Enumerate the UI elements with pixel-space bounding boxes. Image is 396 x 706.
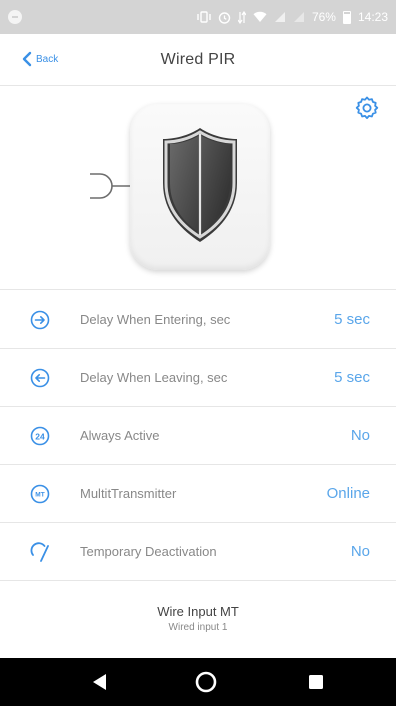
row-value: Online xyxy=(326,485,370,502)
nav-home-icon xyxy=(195,671,217,693)
svg-text:24: 24 xyxy=(35,431,45,441)
nav-back-icon xyxy=(93,674,106,690)
shield-icon xyxy=(163,128,237,242)
temporary-deactivation-icon xyxy=(30,542,49,562)
device-info: Wire Input MT Wired input 1 xyxy=(0,600,396,633)
row-value: 5 sec xyxy=(334,369,370,386)
arrow-left-circle-icon xyxy=(30,368,50,388)
notification-icon xyxy=(8,10,22,24)
back-label: Back xyxy=(36,53,59,65)
wire-connector-icon xyxy=(86,171,132,206)
vibrate-icon xyxy=(197,11,211,23)
clock: 14:23 xyxy=(357,10,388,24)
gear-icon xyxy=(355,96,379,119)
row-value: No xyxy=(350,543,370,560)
status-left xyxy=(8,10,22,24)
nav-home-button[interactable] xyxy=(176,658,236,706)
system-nav-bar xyxy=(0,658,396,706)
status-bar: 76% 14:23 xyxy=(0,0,396,34)
row-delay-entering[interactable]: Delay When Entering, sec 5 sec xyxy=(0,291,396,349)
row-value: 5 sec xyxy=(334,311,370,328)
chevron-left-icon xyxy=(22,51,32,67)
status-right: 76% 14:23 xyxy=(197,10,388,24)
device-hero xyxy=(0,87,396,290)
row-label: MultitTransmitter xyxy=(80,486,177,501)
data-transfer-icon xyxy=(237,10,246,24)
page-title: Wired PIR xyxy=(160,50,236,68)
svg-text:MT: MT xyxy=(35,492,44,499)
signal-secondary-icon xyxy=(293,11,305,23)
row-temporary-deactivation[interactable]: Temporary Deactivation No xyxy=(0,523,396,581)
row-label: Delay When Entering, sec xyxy=(80,312,231,327)
header: Back Wired PIR xyxy=(0,34,396,86)
battery-percent: 76% xyxy=(311,10,336,24)
settings-list: Delay When Entering, sec 5 sec Delay Whe… xyxy=(0,291,396,581)
row-value: No xyxy=(350,427,370,444)
nav-recents-button[interactable] xyxy=(286,658,346,706)
nav-back-button[interactable] xyxy=(70,658,130,706)
row-delay-leaving[interactable]: Delay When Leaving, sec 5 sec xyxy=(0,349,396,407)
mt-icon: MT xyxy=(30,484,50,504)
back-button[interactable]: Back xyxy=(22,51,58,67)
device-subtitle: Wired input 1 xyxy=(168,622,228,633)
settings-button[interactable] xyxy=(354,95,380,121)
row-always-active[interactable]: 24 Always Active No xyxy=(0,407,396,465)
signal-icon xyxy=(274,11,286,23)
alarm-icon xyxy=(218,11,231,24)
row-label: Temporary Deactivation xyxy=(80,544,217,559)
device-tile xyxy=(130,104,270,270)
row-label: Always Active xyxy=(80,428,160,443)
nav-recents-icon xyxy=(309,675,323,689)
battery-icon xyxy=(342,10,351,24)
row-label: Delay When Leaving, sec xyxy=(80,370,228,385)
24-hour-icon: 24 xyxy=(30,426,50,446)
wifi-icon xyxy=(253,11,267,23)
row-multitransmitter[interactable]: MT MultitTransmitter Online xyxy=(0,465,396,523)
device-name: Wire Input MT xyxy=(157,604,239,619)
arrow-right-circle-icon xyxy=(30,310,50,330)
